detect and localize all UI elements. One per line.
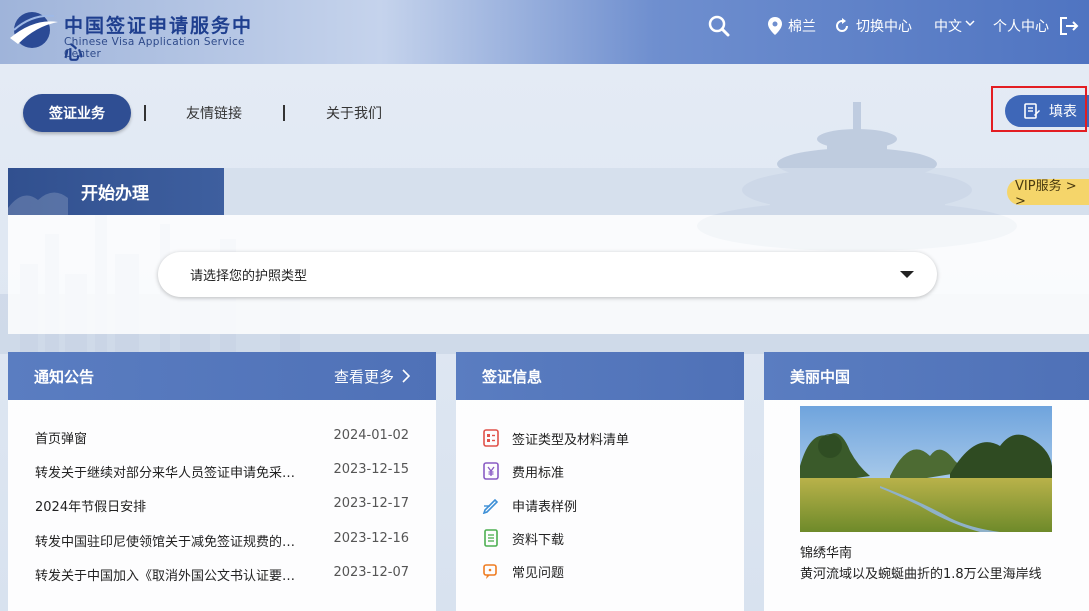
photo-caption[interactable]: 锦绣华南: [800, 542, 852, 561]
language-selector[interactable]: 中文: [934, 16, 981, 36]
visa-info-card-title: 签证信息: [482, 367, 543, 386]
notice-item[interactable]: 转发中国驻印尼使领馆关于减免签证规费的… 2023-12-16: [35, 531, 409, 551]
chat-icon: [482, 562, 500, 580]
beautiful-china-card: 美丽中国 锦绣华南 黄河流域以及蜿蜒曲折的1.8万公里海岸线: [764, 352, 1089, 611]
notice-item[interactable]: 2024年节假日安排 2023-12-17: [35, 496, 409, 516]
search-icon: [708, 15, 730, 37]
top-header: 中国签证申请服务中心 Chinese Visa Application Serv…: [0, 0, 1089, 64]
header-actions: 棉兰 切换中心 中文 个人中心: [690, 0, 1089, 52]
main-nav: 签证业务 友情链接 关于我们: [23, 94, 382, 132]
visa-info-item[interactable]: 常见问题: [482, 561, 564, 581]
notice-item-title[interactable]: 转发关于中国加入《取消外国公文书认证要…: [35, 565, 315, 585]
switch-center-label: 切换中心: [856, 19, 912, 35]
notice-item[interactable]: 转发关于继续对部分来华人员签证申请免采… 2023-12-15: [35, 462, 409, 482]
visa-info-item-label: 资料下载: [512, 532, 565, 548]
site-logo[interactable]: 中国签证申请服务中心 Chinese Visa Application Serv…: [8, 6, 268, 64]
visa-info-item[interactable]: 费用标准: [482, 461, 564, 481]
personal-center-link[interactable]: 个人中心: [993, 16, 1049, 36]
notice-item-date: 2023-12-15: [333, 462, 409, 477]
notice-item-date: 2023-12-07: [333, 565, 409, 580]
photo-description: 黄河流域以及蜿蜒曲折的1.8万公里海岸线: [800, 567, 1042, 582]
location-pin-icon: [768, 17, 782, 35]
visa-info-item[interactable]: 资料下载: [482, 528, 564, 548]
notice-item[interactable]: 首页弹窗 2024-01-02: [35, 428, 409, 448]
beautiful-china-card-title: 美丽中国: [790, 367, 851, 386]
highlight-box: [991, 86, 1087, 132]
visa-info-item-label: 费用标准: [512, 465, 565, 481]
notice-item-title[interactable]: 转发关于继续对部分来华人员签证申请免采…: [35, 462, 315, 482]
visa-info-item-label: 申请表样例: [512, 499, 578, 515]
visa-info-card-header: 签证信息: [456, 352, 744, 400]
visa-info-item-label: 签证类型及材料清单: [512, 432, 630, 448]
personal-center-label: 个人中心: [993, 19, 1049, 35]
visa-info-item[interactable]: 申请表样例: [482, 495, 577, 515]
document-icon: [482, 529, 500, 547]
chevron-right-icon: [402, 369, 410, 383]
globe-logo-icon: [10, 12, 58, 48]
visa-info-item-label: 常见问题: [512, 565, 565, 581]
pen-icon: [482, 496, 500, 514]
notice-card-header: 通知公告 查看更多: [8, 352, 436, 400]
notice-item-title[interactable]: 转发中国驻印尼使领馆关于减免签证规费的…: [35, 531, 315, 551]
notice-item-date: 2023-12-16: [333, 531, 409, 546]
refresh-icon: [836, 18, 848, 32]
notice-card-title: 通知公告: [34, 367, 95, 386]
view-more-label: 查看更多: [333, 367, 394, 386]
notice-item[interactable]: 转发关于中国加入《取消外国公文书认证要… 2023-12-07: [35, 565, 409, 585]
language-label: 中文: [934, 19, 962, 35]
nav-about-us[interactable]: 关于我们: [326, 103, 382, 123]
nav-visa-business[interactable]: 签证业务: [23, 94, 131, 132]
nav-divider: [144, 105, 146, 121]
nav-friendly-links[interactable]: 友情链接: [186, 103, 242, 123]
location-selector[interactable]: 棉兰: [768, 16, 816, 36]
checklist-icon: [482, 429, 500, 447]
landscape-photo[interactable]: [800, 406, 1052, 532]
nav-divider: [283, 105, 285, 121]
chevron-down-icon: [965, 20, 975, 27]
notice-item-title[interactable]: 2024年节假日安排: [35, 496, 315, 516]
visa-info-card: 签证信息 签证类型及材料清单 费用标准 申请表样例 资料下载 常见问题: [456, 352, 744, 611]
dropdown-caret-icon: [900, 271, 914, 278]
start-section-title: 开始办理: [8, 168, 224, 215]
visa-info-item[interactable]: 签证类型及材料清单: [482, 428, 629, 448]
logout-button[interactable]: [1059, 17, 1085, 35]
logo-text-en: Chinese Visa Application Service Center: [64, 36, 245, 60]
start-title-label: 开始办理: [81, 184, 149, 204]
location-label: 棉兰: [788, 19, 816, 35]
cloud-pattern-icon: [8, 192, 68, 215]
logout-icon: [1060, 17, 1079, 35]
vip-service-button[interactable]: VIP服务 > >: [1007, 179, 1089, 209]
yuan-icon: [482, 462, 500, 480]
passport-type-placeholder: 请选择您的护照类型: [190, 269, 308, 284]
search-button[interactable]: [708, 15, 736, 37]
notice-item-title[interactable]: 首页弹窗: [35, 428, 315, 448]
notice-item-date: 2024-01-02: [333, 428, 409, 443]
switch-center-button[interactable]: 切换中心: [834, 16, 912, 36]
view-more-link[interactable]: 查看更多: [334, 352, 410, 400]
passport-type-select[interactable]: 请选择您的护照类型: [158, 252, 937, 297]
notice-item-date: 2023-12-17: [333, 496, 409, 511]
beautiful-china-card-header: 美丽中国: [764, 352, 1089, 400]
notice-card: 通知公告 查看更多 首页弹窗 2024-01-02 转发关于继续对部分来华人员签…: [8, 352, 436, 611]
